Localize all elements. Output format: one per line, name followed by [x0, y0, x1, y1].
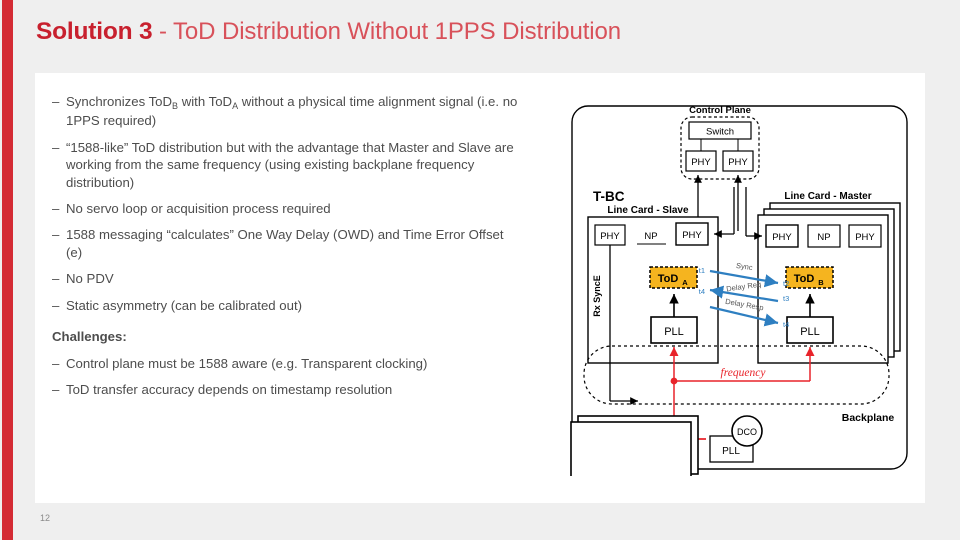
page-title-rest: - ToD Distribution Without 1PPS Distribu… — [152, 18, 621, 45]
master-phy-right-label: PHY — [855, 232, 875, 243]
slave-tod-label: ToD — [658, 273, 679, 285]
challenges-heading: Challenges: — [52, 329, 127, 345]
timing-card-group: PLL DCO Timing Card - Master — [570, 415, 763, 476]
timestamp-t4-slave: t4 — [699, 287, 705, 296]
bullet-text-part: with ToD — [178, 94, 233, 109]
content-panel: – Synchronizes ToDB with ToDA without a … — [35, 73, 925, 503]
bullet-text: ToD transfer accuracy depends on timesta… — [66, 382, 393, 398]
bullet-dash: – — [52, 382, 60, 398]
bullet-text: Static asymmetry (can be calibrated out) — [66, 297, 303, 313]
architecture-diagram: T-BC Control Plane Switch PHY PHY Line C… — [538, 91, 913, 476]
list-item: – Static asymmetry (can be calibrated ou… — [52, 297, 522, 314]
list-item: – “1588-like” ToD distribution but with … — [52, 139, 522, 191]
slide-canvas: Solution 3 - ToD Distribution Without 1P… — [0, 0, 960, 540]
bullet-text-part: Synchronizes ToD — [66, 94, 173, 109]
list-item: – 1588 messaging “calculates” One Way De… — [52, 226, 522, 261]
bullet-dash: – — [52, 271, 60, 287]
bullet-list: – Synchronizes ToDB with ToDA without a … — [52, 93, 522, 408]
master-tod-label: ToD — [794, 273, 815, 285]
master-pll-label: PLL — [800, 326, 820, 338]
master-np-label: NP — [817, 232, 830, 243]
bullet-text: No PDV — [66, 271, 114, 287]
frequency-label: frequency — [721, 367, 767, 379]
timestamp-t1: t1 — [699, 266, 705, 275]
control-plane-group: Switch PHY PHY — [680, 116, 760, 180]
left-accent-bar — [2, 0, 13, 540]
bullet-text: Synchronizes ToDB with ToDA without a ph… — [66, 93, 522, 130]
delay-req-label: Delay Req — [726, 280, 762, 294]
backplane-label: Backplane — [842, 412, 895, 424]
rx-synce-label: Rx SyncE — [592, 275, 602, 317]
page-title: Solution 3 - ToD Distribution Without 1P… — [36, 18, 916, 60]
bullet-text: Control plane must be 1588 aware (e.g. T… — [66, 356, 428, 372]
bullet-text-part: without a physical time — [238, 94, 375, 109]
bullet-subscript: A — [232, 101, 239, 111]
bullet-text: No servo loop or acquisition process req… — [66, 201, 331, 217]
sync-label: Sync — [735, 261, 753, 272]
switch-label: Switch — [706, 127, 734, 138]
slave-tod-subscript: A — [682, 278, 688, 287]
timestamp-t3: t3 — [783, 294, 789, 303]
slave-phy-right-label: PHY — [682, 230, 702, 241]
list-item: – Control plane must be 1588 aware (e.g.… — [52, 355, 522, 372]
page-number: 12 — [40, 513, 51, 523]
master-phy-left-label: PHY — [772, 232, 792, 243]
control-plane-phy-left: PHY — [691, 157, 711, 168]
bullet-dash: – — [52, 227, 60, 243]
timestamp-t2: t2 — [783, 279, 789, 288]
timing-pll-label: PLL — [722, 446, 740, 457]
bullet-dash: – — [52, 356, 60, 372]
list-item: – No servo loop or acquisition process r… — [52, 200, 522, 217]
slave-np-label: NP — [644, 231, 657, 242]
bullet-text: “1588-like” ToD distribution but with th… — [66, 139, 514, 190]
bullet-dash: – — [52, 94, 60, 109]
page-title-strong: Solution 3 — [36, 18, 153, 45]
slave-phy-left-label: PHY — [600, 231, 620, 242]
slave-pll-label: PLL — [664, 326, 684, 338]
bullet-dash: – — [52, 297, 60, 313]
bullet-dash: – — [52, 201, 60, 217]
control-plane-label: Control Plane — [689, 105, 751, 116]
master-card-label: Line Card - Master — [784, 191, 871, 202]
bullet-text: 1588 messaging “calculates” One Way Dela… — [66, 227, 504, 260]
chassis-label: T-BC — [593, 189, 625, 204]
master-tod-subscript: B — [818, 278, 824, 287]
timestamp-t4: t4 — [783, 320, 789, 329]
list-item: – ToD transfer accuracy depends on times… — [52, 381, 522, 398]
list-item: – No PDV — [52, 270, 522, 287]
bullet-dash: – — [52, 139, 60, 155]
slave-card-label: Line Card - Slave — [607, 205, 689, 216]
dco-label: DCO — [737, 427, 757, 437]
list-item: – Synchronizes ToDB with ToDA without a … — [52, 93, 522, 130]
bullet-subscript: B — [172, 101, 179, 111]
control-plane-phy-right: PHY — [728, 157, 748, 168]
